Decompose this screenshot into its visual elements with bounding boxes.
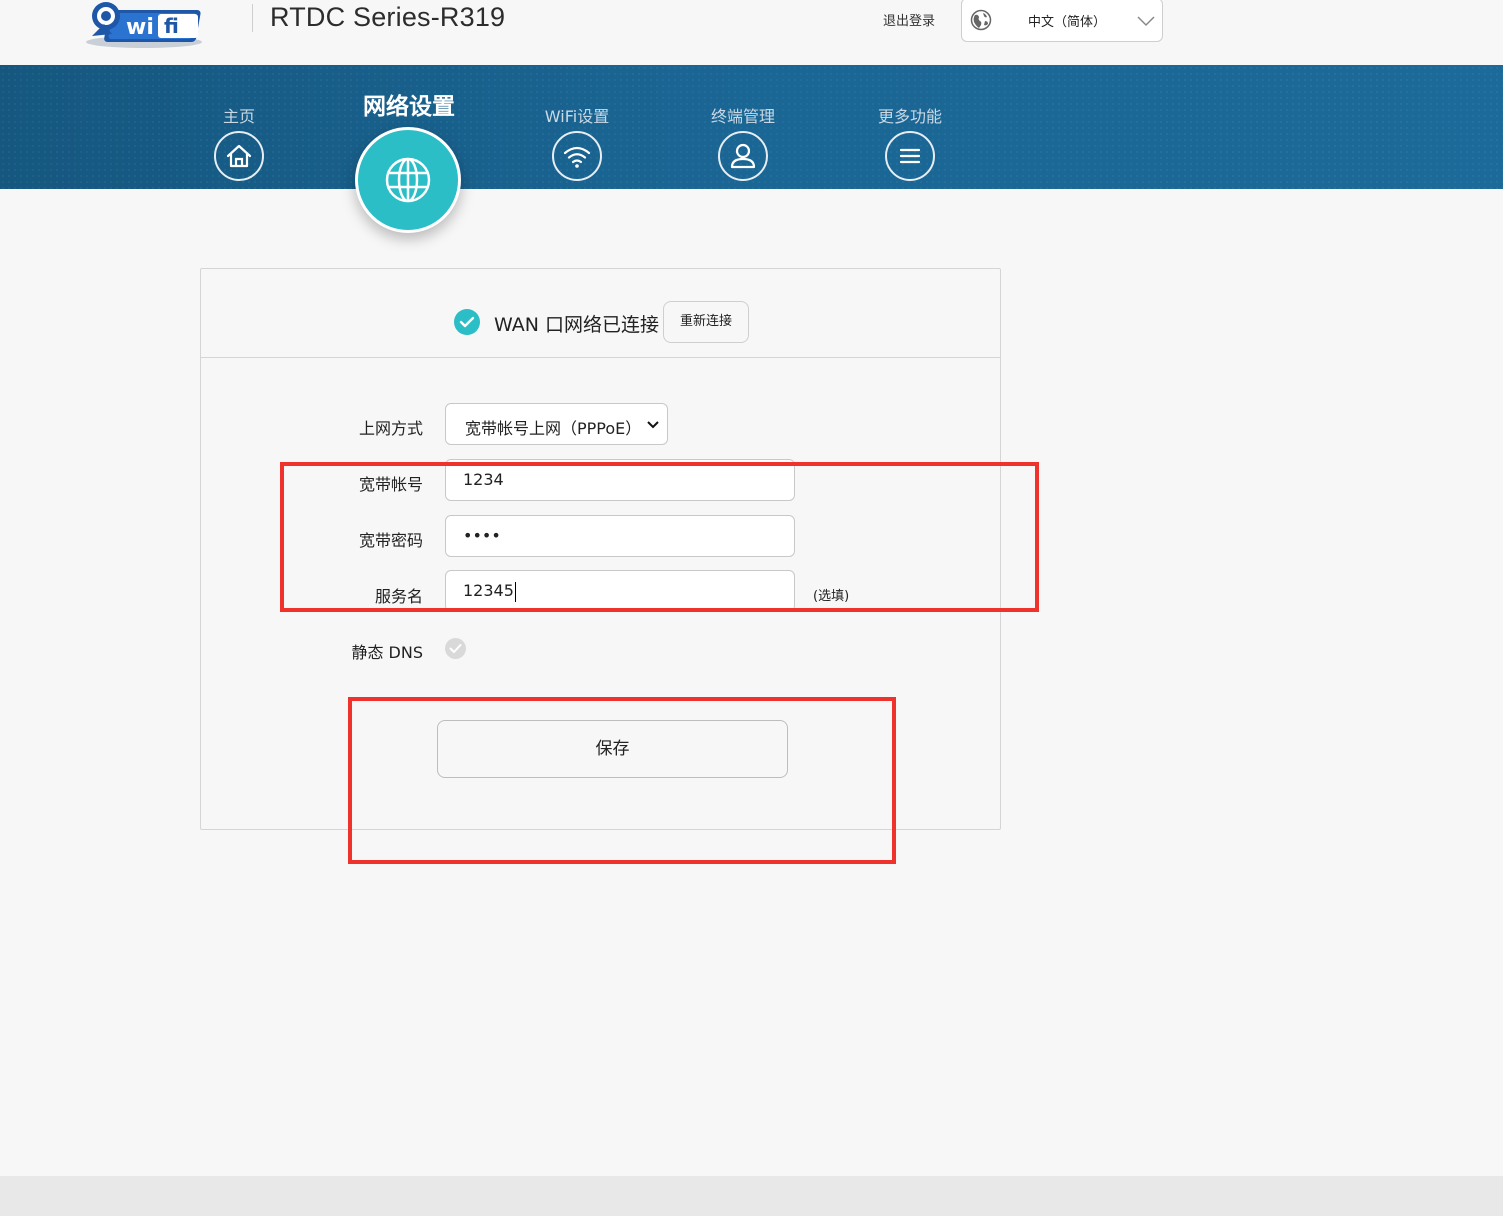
language-value: 中文（简体） bbox=[1028, 15, 1107, 30]
user-icon bbox=[730, 143, 756, 169]
logout-link[interactable]: 退出登录 bbox=[883, 10, 935, 29]
menu-icon bbox=[899, 148, 921, 164]
connection-mode-value: 宽带帐号上网（PPPoE） bbox=[465, 419, 642, 438]
main-nav: 主页 网络设置 WiFi设置 终端管理 更多功能 bbox=[0, 65, 1503, 233]
nav-label-wifi: WiFi设置 bbox=[544, 107, 610, 126]
home-icon bbox=[226, 144, 252, 168]
wifi-logo-icon: wi fi bbox=[86, 2, 202, 48]
chevron-down-icon bbox=[1137, 16, 1155, 27]
nav-label-network: 网络设置 bbox=[363, 94, 455, 120]
reconnect-button[interactable]: 重新连接 bbox=[663, 301, 749, 343]
annotation-box-save bbox=[348, 697, 896, 864]
language-select[interactable]: 中文（简体） bbox=[961, 0, 1163, 42]
chevron-down-icon bbox=[647, 421, 659, 429]
annotation-box-credentials bbox=[280, 462, 1039, 612]
globe-icon bbox=[970, 9, 992, 31]
wifi-icon bbox=[563, 146, 591, 168]
nav-label-home: 主页 bbox=[222, 107, 255, 126]
nav-label-more: 更多功能 bbox=[877, 107, 942, 126]
connected-check-icon bbox=[454, 309, 480, 335]
product-title: RTDC Series-R319 bbox=[270, 2, 506, 32]
svg-text:fi: fi bbox=[164, 14, 179, 38]
static-dns-checkbox[interactable] bbox=[445, 638, 466, 659]
svg-text:wi: wi bbox=[126, 15, 154, 40]
wan-status-bar: WAN 口网络已连接 重新连接 bbox=[201, 269, 1000, 358]
connection-mode-select[interactable]: 宽带帐号上网（PPPoE） bbox=[445, 403, 668, 445]
static-dns-label: 静态 DNS bbox=[351, 643, 423, 662]
wan-status-text: WAN 口网络已连接 bbox=[494, 314, 659, 336]
footer-bar bbox=[0, 1176, 1503, 1216]
title-divider bbox=[252, 4, 253, 32]
globe-icon bbox=[385, 157, 431, 203]
header: wi fi RTDC Series-R319 退出登录 中文（简体） bbox=[0, 0, 1503, 65]
check-icon bbox=[449, 644, 462, 653]
nav-label-devices: 终端管理 bbox=[710, 107, 775, 126]
connection-mode-label: 上网方式 bbox=[358, 419, 423, 438]
